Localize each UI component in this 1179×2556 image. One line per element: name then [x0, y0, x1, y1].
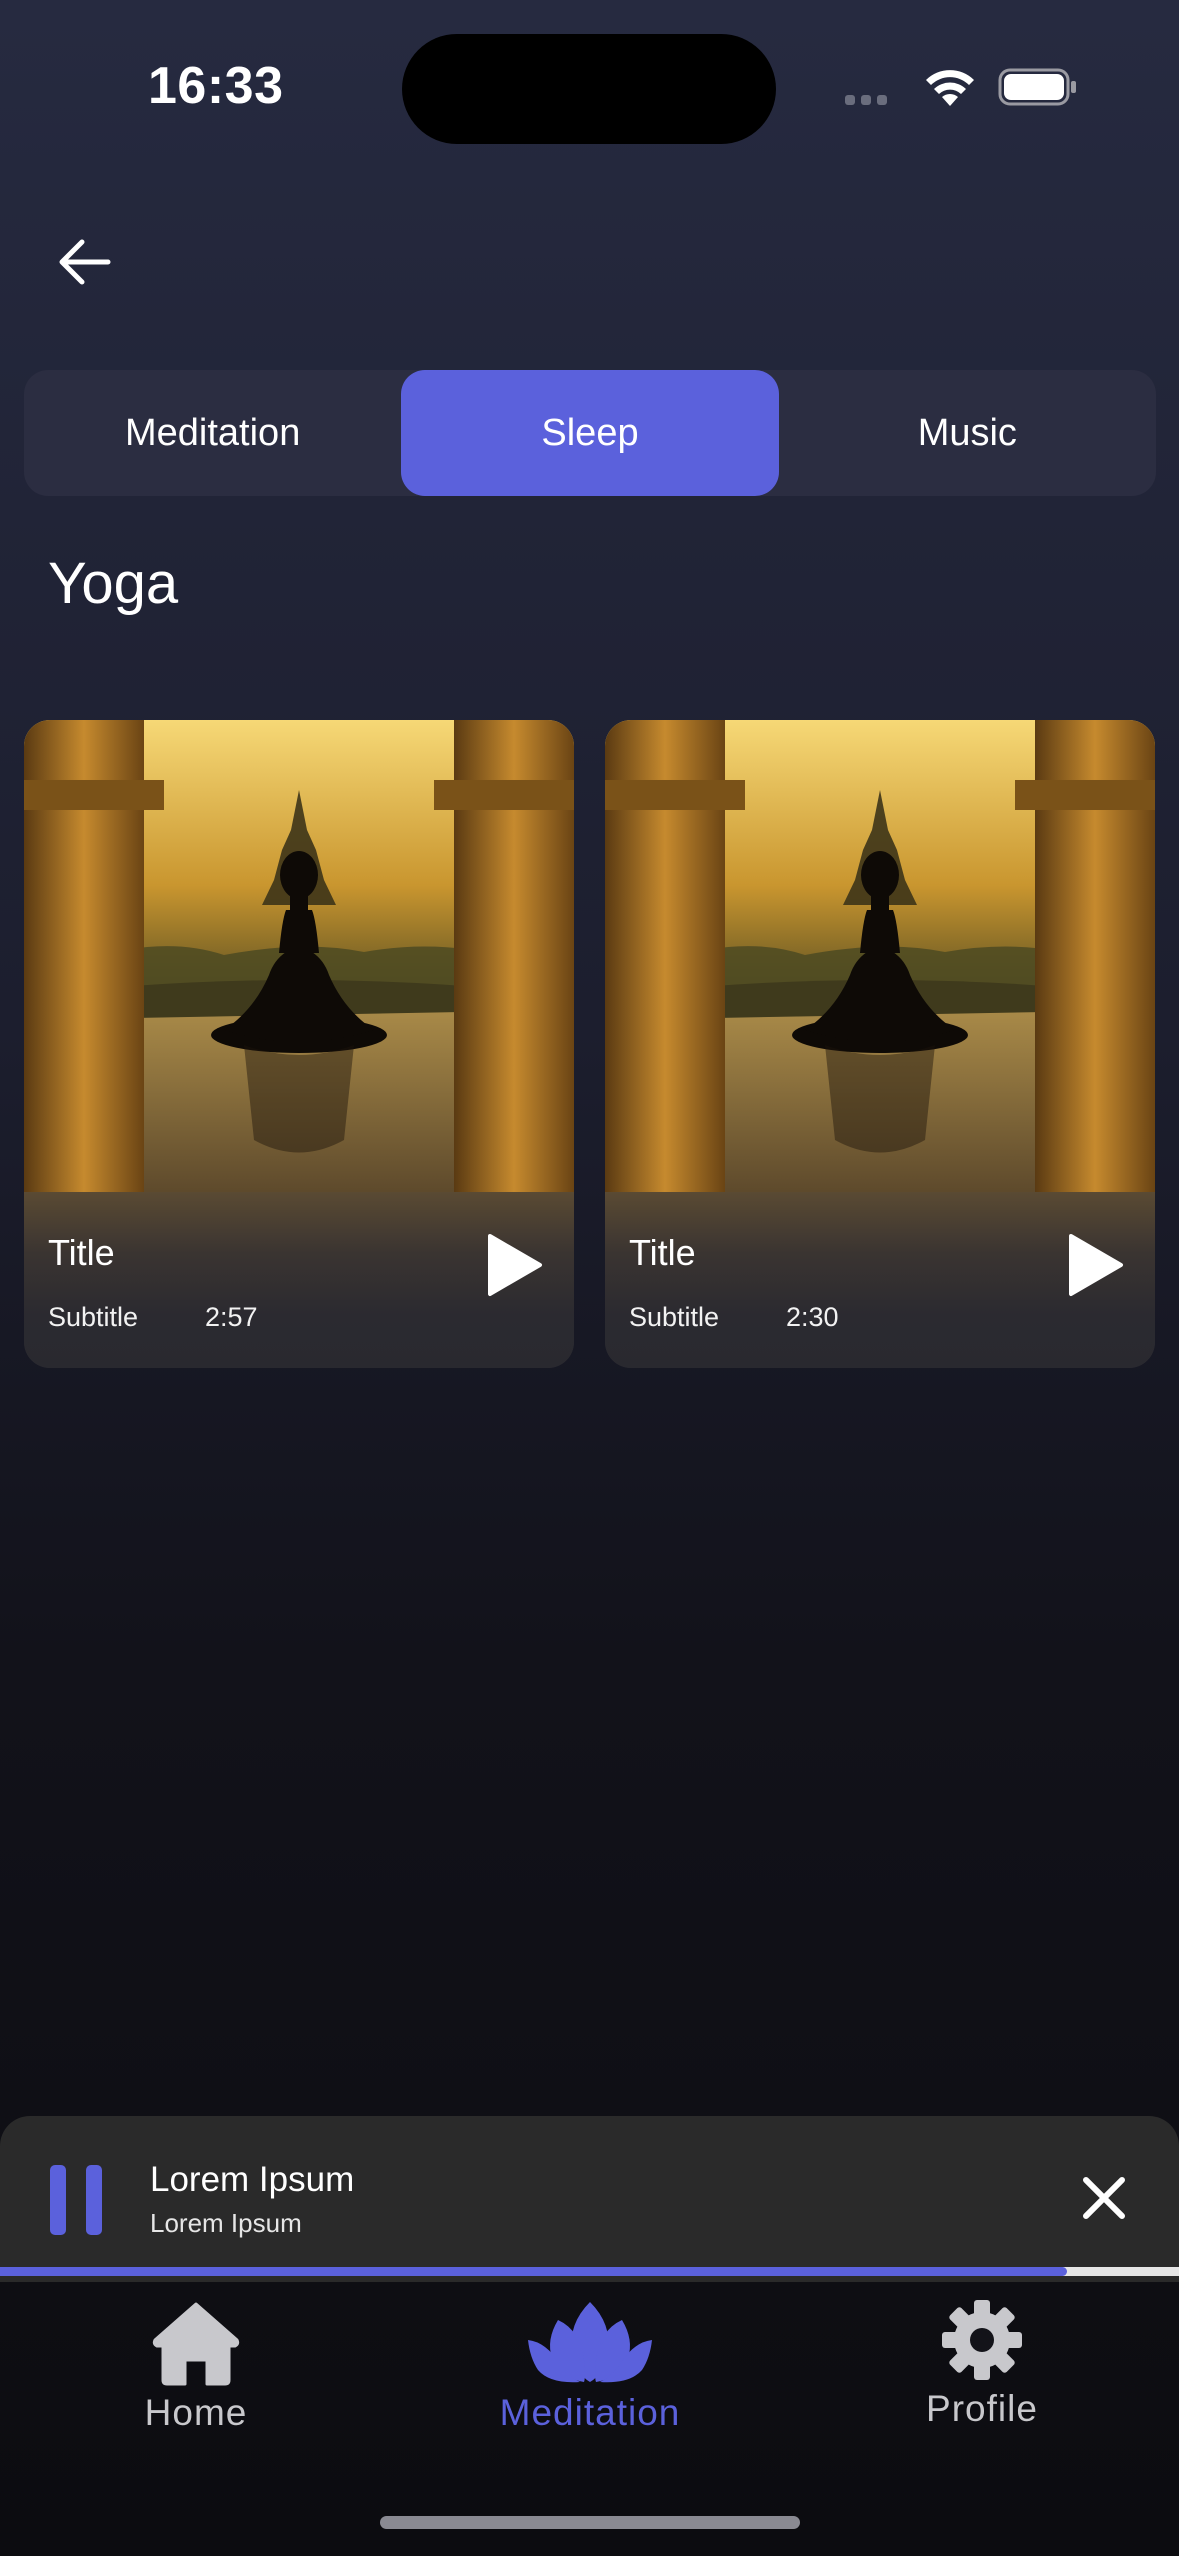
close-icon[interactable]	[1078, 2172, 1130, 2224]
tabbar-meditation-label: Meditation	[499, 2392, 681, 2433]
playback-progress-fill	[0, 2267, 1067, 2276]
tabbar-meditation[interactable]: Meditation	[470, 2292, 710, 2442]
card-title: Title	[629, 1232, 696, 1273]
section-title: Yoga	[48, 551, 179, 616]
play-icon[interactable]	[1059, 1230, 1129, 1300]
player-subtitle: Lorem Ipsum	[150, 2208, 302, 2238]
yoga-temple-image	[24, 720, 574, 1192]
battery-icon	[998, 68, 1076, 106]
status-time: 16:33	[148, 57, 284, 115]
cellular-signal-icon	[845, 92, 903, 106]
yoga-temple-image	[605, 720, 1155, 1192]
card-subtitle: Subtitle	[629, 1302, 720, 1332]
player-title: Lorem Ipsum	[150, 2160, 355, 2199]
home-indicator	[380, 2516, 800, 2529]
category-segmented-control: Meditation Sleep Music	[24, 370, 1156, 496]
tab-meditation[interactable]: Meditation	[24, 370, 401, 496]
dynamic-island	[402, 34, 776, 144]
card-duration: 2:30	[786, 1302, 839, 1332]
card-subtitle: Subtitle	[48, 1302, 139, 1332]
track-card[interactable]: Title Subtitle 2:57	[24, 720, 574, 1368]
card-title: Title	[48, 1232, 115, 1273]
lotus-icon	[528, 2302, 652, 2383]
tabbar-profile[interactable]: Profile	[862, 2292, 1102, 2442]
play-icon[interactable]	[478, 1230, 548, 1300]
back-arrow-icon[interactable]	[54, 232, 114, 292]
pause-icon[interactable]	[50, 2165, 104, 2235]
card-duration: 2:57	[205, 1302, 258, 1332]
gear-icon	[942, 2300, 1022, 2380]
tab-music[interactable]: Music	[779, 370, 1156, 496]
tabbar-home-label: Home	[144, 2392, 248, 2433]
track-card[interactable]: Title Subtitle 2:30	[605, 720, 1155, 1368]
tabbar-home[interactable]: Home	[76, 2292, 316, 2442]
wifi-icon	[926, 70, 974, 106]
home-icon	[152, 2302, 240, 2386]
tab-sleep[interactable]: Sleep	[401, 370, 779, 496]
tabbar-profile-label: Profile	[926, 2388, 1038, 2429]
